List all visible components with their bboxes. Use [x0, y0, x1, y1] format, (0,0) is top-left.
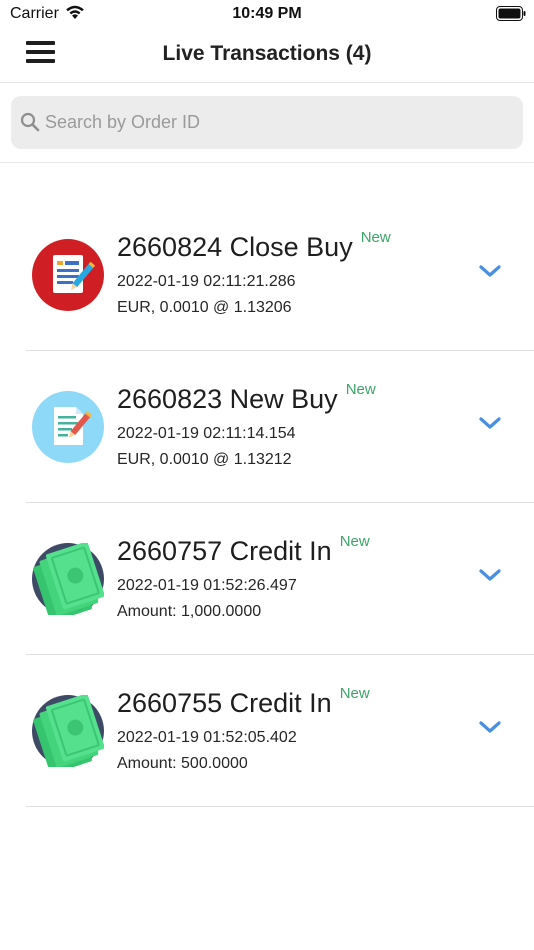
row-divider [26, 806, 534, 807]
transaction-row[interactable]: 2660823 New Buy New 2022-01-19 02:11:14.1… [0, 351, 534, 503]
transaction-list: 2660824 Close Buy New 2022-01-19 02:11:21… [0, 199, 534, 807]
new-buy-document-icon [32, 391, 104, 463]
transaction-title: 2660755 Credit In New [117, 685, 370, 719]
transaction-title: 2660757 Credit In New [117, 533, 370, 567]
chevron-down-icon[interactable] [478, 567, 502, 583]
new-badge: New [339, 685, 370, 702]
transaction-detail: Amount: 1,000.0000 [117, 603, 262, 620]
search-bar [0, 83, 534, 163]
transaction-row[interactable]: 2660824 Close Buy New 2022-01-19 02:11:21… [0, 199, 534, 351]
transaction-title: 2660823 New Buy New [117, 381, 376, 415]
transaction-type: Credit In [229, 536, 332, 566]
transaction-timestamp: 2022-01-19 01:52:26.497 [117, 577, 297, 594]
status-time: 10:49 PM [232, 5, 302, 22]
battery-icon [496, 6, 526, 21]
transaction-timestamp: 2022-01-19 01:52:05.402 [117, 729, 297, 746]
transaction-id: 2660823 [117, 384, 223, 414]
new-badge: New [360, 229, 391, 246]
page-title: Live Transactions (4) [162, 42, 372, 65]
nav-bar: Live Transactions (4) [0, 28, 534, 83]
search-input[interactable] [45, 96, 505, 149]
transaction-timestamp: 2022-01-19 02:11:14.154 [117, 425, 296, 442]
transaction-row[interactable]: 2660755 Credit In New 2022-01-19 01:52:05… [0, 655, 534, 807]
money-icon [32, 543, 104, 615]
transaction-id: 2660755 [117, 688, 223, 718]
search-box[interactable] [11, 96, 523, 149]
new-badge: New [339, 533, 370, 550]
status-bar: Carrier 10:49 PM [0, 0, 534, 28]
transaction-detail: EUR, 0.0010 @ 1.13212 [117, 451, 292, 468]
money-icon [32, 695, 104, 767]
transaction-type: Credit In [229, 688, 332, 718]
transaction-title: 2660824 Close Buy New [117, 229, 391, 263]
chevron-down-icon[interactable] [478, 719, 502, 735]
new-badge: New [345, 381, 376, 398]
transaction-id: 2660824 [117, 232, 223, 262]
transaction-detail: EUR, 0.0010 @ 1.13206 [117, 299, 292, 316]
transaction-row[interactable]: 2660757 Credit In New 2022-01-19 01:52:26… [0, 503, 534, 655]
transaction-timestamp: 2022-01-19 02:11:21.286 [117, 273, 296, 290]
transaction-type: New Buy [229, 384, 338, 414]
transaction-id: 2660757 [117, 536, 223, 566]
transaction-detail: Amount: 500.0000 [117, 755, 248, 772]
transaction-type: Close Buy [229, 232, 353, 262]
close-buy-document-icon [32, 239, 104, 311]
search-icon [20, 112, 40, 132]
chevron-down-icon[interactable] [478, 263, 502, 279]
chevron-down-icon[interactable] [478, 415, 502, 431]
